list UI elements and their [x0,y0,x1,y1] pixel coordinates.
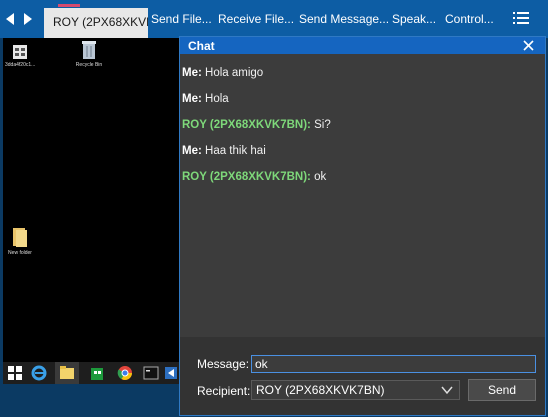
control-button[interactable]: Control... [445,12,494,26]
recipient-value: ROY (2PX68XKVK7BN) [256,383,385,397]
chevron-down-icon [441,386,453,395]
store-icon[interactable] [89,365,105,381]
file-icon [13,45,27,59]
internet-explorer-icon[interactable] [31,365,47,381]
send-message-button[interactable]: Send Message... [299,12,389,26]
message-sender: Me: [182,67,202,79]
top-toolbar: ROY (2PX68XKVK7B Send File... Receive Fi… [0,0,548,38]
chat-window: Chat Me: Hola amigo Me: Hola ROY (2PX68X… [179,36,546,416]
remote-app-icon[interactable] [163,365,179,381]
recipient-select[interactable]: ROY (2PX68XKVK7BN) [251,380,460,400]
message-text: ok [314,171,327,183]
list-menu-icon[interactable] [513,12,529,25]
close-icon[interactable] [523,40,534,51]
chat-message: Me: Hola amigo [182,67,263,79]
remote-desktop-view[interactable]: 3dda4f20c1... Recycle Bin New folder [3,38,179,384]
send-file-button[interactable]: Send File... [151,12,212,26]
send-button[interactable]: Send [468,379,536,401]
desktop-new-folder[interactable]: New folder [5,226,35,256]
chat-message: ROY (2PX68XKVK7BN): ok [182,171,326,183]
chat-titlebar[interactable]: Chat [180,37,545,54]
recycle-bin-icon [82,41,96,59]
message-text: Haa thik hai [205,145,266,157]
chat-message: Me: Haa thik hai [182,145,266,157]
chat-title: Chat [188,39,215,53]
session-tab[interactable]: ROY (2PX68XKVK7B [44,8,148,38]
desktop-recycle-bin[interactable]: Recycle Bin [71,40,107,68]
message-label: Message: [197,357,250,371]
desktop-icon-label: Recycle Bin [75,62,103,68]
desktop-file-item[interactable]: 3dda4f20c1... [5,44,35,68]
folder-icon [13,228,27,247]
chat-message: Me: Hola [182,93,229,105]
chat-message: ROY (2PX68XKVK7BN): Si? [182,119,331,131]
message-text: Hola amigo [205,67,264,79]
chrome-icon[interactable] [117,365,133,381]
message-sender: ROY (2PX68XKVK7BN): [182,171,311,183]
recipient-label: Recipient: [197,384,251,398]
message-text: Si? [314,119,331,131]
message-text: Hola [205,93,229,105]
left-right-arrows-icon[interactable] [6,12,32,26]
remote-taskbar [3,362,179,384]
message-sender: Me: [182,145,202,157]
message-sender: ROY (2PX68XKVK7BN): [182,119,311,131]
receive-file-button[interactable]: Receive File... [218,12,294,26]
desktop-icon-label: New folder [8,250,32,256]
message-sender: Me: [182,93,202,105]
desktop-icon-label: 3dda4f20c1... [5,62,36,68]
command-prompt-icon[interactable] [143,365,159,381]
file-explorer-icon[interactable] [59,365,75,381]
speak-button[interactable]: Speak... [392,12,436,26]
session-tab-accent [58,4,80,7]
message-input[interactable]: ok [251,355,536,373]
windows-start-icon[interactable] [7,365,23,381]
chat-compose-area: Message: ok Recipient: ROY (2PX68XKVK7BN… [180,337,545,415]
